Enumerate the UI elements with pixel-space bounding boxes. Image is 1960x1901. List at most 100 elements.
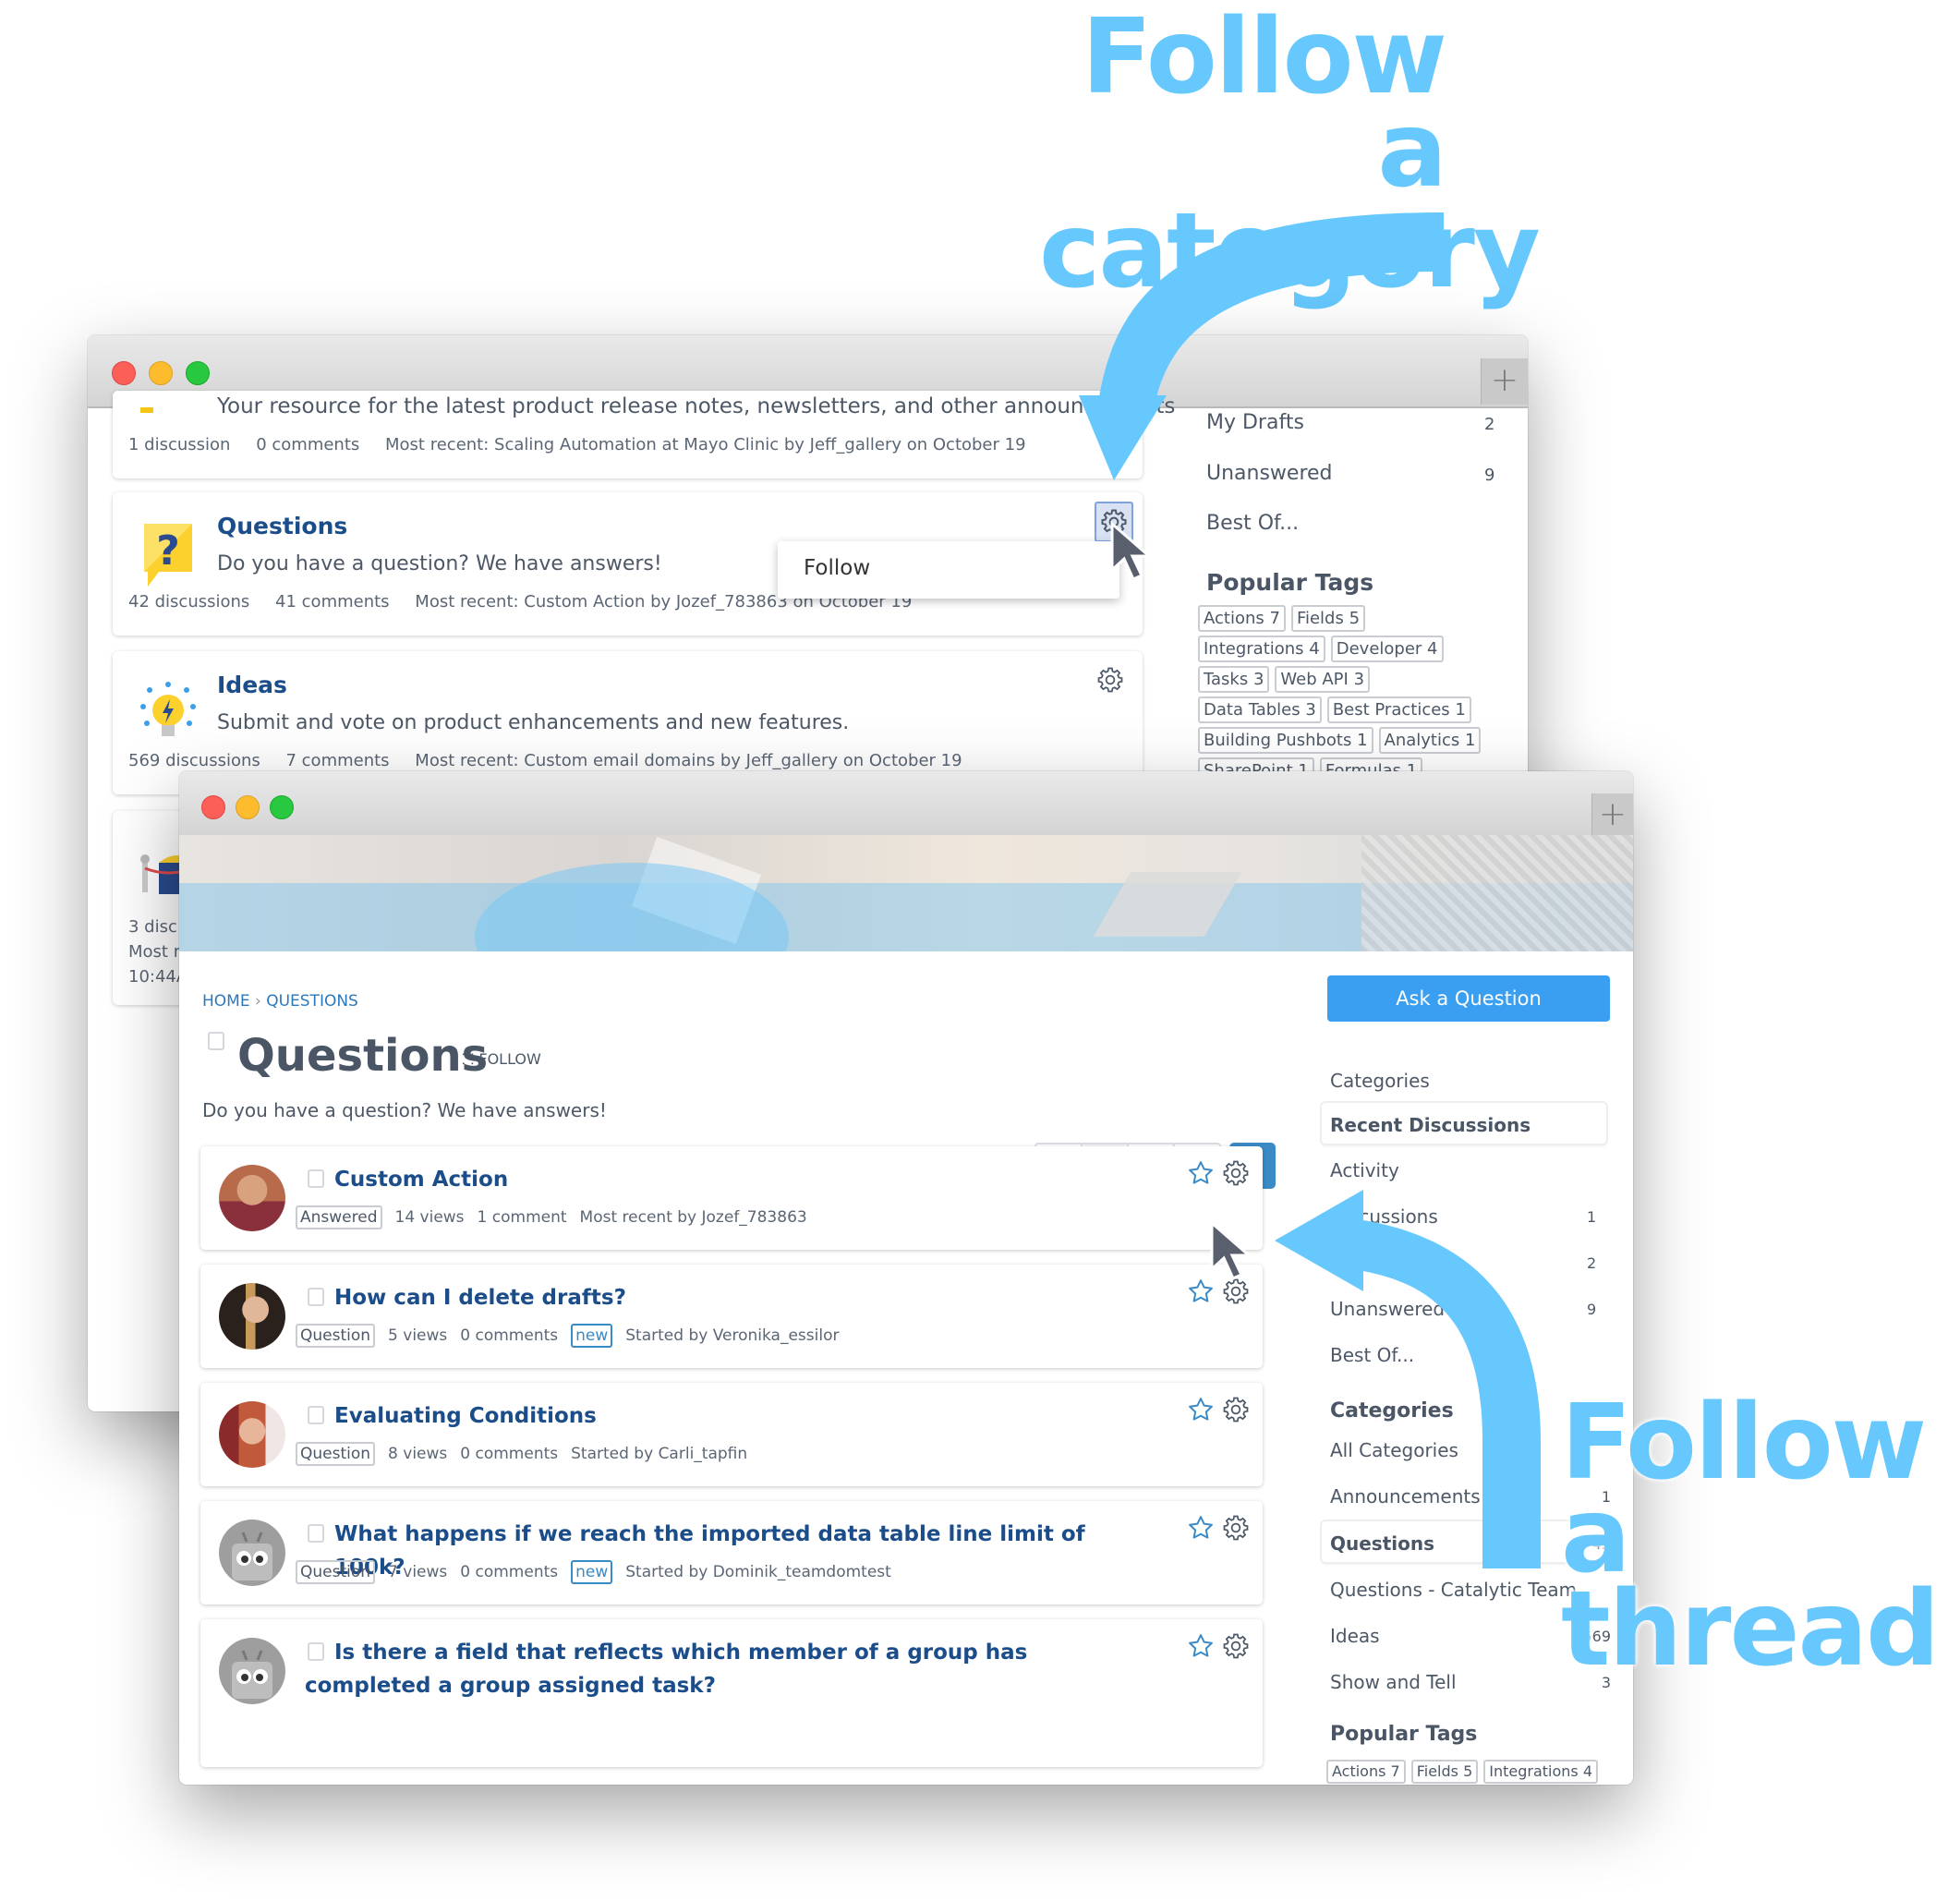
sidebar-category-item[interactable]: Questions - Catalytic Team — [1330, 1579, 1577, 1601]
new-tab-button[interactable]: + — [1591, 793, 1633, 835]
category-title-link[interactable]: Ideas — [217, 672, 287, 698]
zoom-window-button[interactable] — [186, 361, 210, 385]
tag-chip[interactable]: Analytics 1 — [1378, 727, 1482, 754]
annotation-follow-a-category: Follow a category — [1039, 6, 1541, 311]
select-all-checkbox[interactable] — [208, 1032, 224, 1050]
author-byline[interactable]: Started by Dominik_teamdomtest — [625, 1563, 891, 1581]
tag-chip[interactable]: Fields 5 — [1290, 605, 1366, 632]
annotation-follow-a-thread: Follow a thread — [1561, 1383, 1960, 1680]
gear-icon[interactable] — [1222, 1396, 1250, 1423]
sidebar-nav-item[interactable]: Discussions — [1330, 1205, 1438, 1228]
zoom-window-button[interactable] — [270, 795, 294, 819]
sidebar-item-label: My Drafts — [1206, 411, 1304, 434]
tag-chip[interactable]: Building Pushbots 1 — [1198, 727, 1373, 754]
gear-icon[interactable] — [1222, 1632, 1250, 1660]
tag-chip[interactable]: Integrations 4 — [1483, 1760, 1599, 1784]
sidebar-item-label: Recent Discussions — [1330, 1114, 1531, 1136]
tag-chip[interactable]: Web API 3 — [1275, 666, 1371, 693]
category-title-link[interactable]: Questions — [217, 513, 347, 539]
author-byline[interactable]: Started by Veronika_essilor — [625, 1326, 839, 1345]
annotation-line: Follow a — [1561, 1383, 1927, 1596]
bookmark-star-icon[interactable] — [1187, 1396, 1215, 1423]
category-meta: 569 discussions 7 comments Most recent: … — [128, 751, 983, 770]
discussion-title-link[interactable]: Is there a field that reflects which mem… — [305, 1636, 1124, 1702]
breadcrumb-current-link[interactable]: QUESTIONS — [266, 992, 358, 1011]
most-recent-link[interactable]: Most recent: Custom email domains by Jef… — [415, 751, 962, 770]
select-discussion-checkbox[interactable] — [308, 1169, 324, 1188]
discussion-meta: Answered 14 views 1 comment Most recent by … — [296, 1205, 807, 1229]
author-avatar[interactable] — [219, 1283, 285, 1350]
author-avatar[interactable] — [219, 1165, 285, 1231]
tag-chip[interactable]: Best Practices 1 — [1326, 696, 1471, 723]
discussion-item[interactable]: Is there a field that reflects which mem… — [200, 1619, 1263, 1767]
author-avatar[interactable] — [219, 1520, 285, 1586]
bookmark-star-icon[interactable] — [1187, 1514, 1215, 1542]
close-window-button[interactable] — [201, 795, 225, 819]
gear-dropdown-menu: Follow — [778, 541, 1119, 599]
megaphone-icon — [140, 407, 153, 413]
comment-count: 0 comments — [460, 1326, 559, 1345]
sidebar-nav-item[interactable]: Activity — [1330, 1159, 1399, 1181]
most-recent-link[interactable]: Most recent: Scaling Automation at Mayo … — [385, 435, 1026, 454]
breadcrumb-home-link[interactable]: HOME — [202, 992, 250, 1011]
comment-count: 7 comments — [285, 751, 390, 770]
discussion-item[interactable]: What happens if we reach the imported da… — [200, 1501, 1263, 1604]
new-tab-button[interactable]: + — [1481, 358, 1528, 405]
gear-icon[interactable] — [1222, 1514, 1250, 1542]
author-avatar[interactable] — [219, 1638, 285, 1704]
sidebar-item-unanswered[interactable]: Unanswered — [1206, 462, 1333, 485]
sidebar-item-my-drafts[interactable]: My Drafts — [1206, 411, 1304, 434]
popular-tags-list: Actions 7 Fields 5 Integrations 4 — [1326, 1760, 1622, 1784]
sidebar-nav-item[interactable]: Unanswered — [1330, 1298, 1445, 1320]
breadcrumb: HOME › QUESTIONS — [202, 992, 358, 1011]
minimize-window-button[interactable] — [236, 795, 260, 819]
comment-count: 41 comments — [275, 592, 390, 611]
bookmark-star-icon[interactable] — [1187, 1632, 1215, 1660]
select-discussion-checkbox[interactable] — [308, 1524, 324, 1543]
category-description: Your resource for the latest product rel… — [217, 394, 1176, 418]
discussion-meta: Question 5 views 0 comments new Started by V… — [296, 1324, 839, 1348]
sidebar-category-item[interactable]: Ideas — [1330, 1625, 1380, 1647]
sidebar-nav-item[interactable]: Best Of... — [1330, 1344, 1414, 1366]
tag-chip[interactable]: Data Tables 3 — [1198, 696, 1322, 723]
tag-chip[interactable]: Actions 7 — [1198, 605, 1286, 632]
select-discussion-checkbox[interactable] — [308, 1406, 324, 1424]
discussion-actions — [1187, 1514, 1250, 1542]
minimize-window-button[interactable] — [149, 361, 173, 385]
select-discussion-checkbox[interactable] — [308, 1288, 324, 1306]
discussion-title-link[interactable]: Custom Action — [334, 1163, 1124, 1196]
question-bubble-icon: ? — [144, 524, 192, 587]
sidebar-category-item[interactable]: Show and Tell — [1330, 1671, 1457, 1693]
discussion-item[interactable]: Custom Action Answered 14 views 1 comment Mo… — [200, 1146, 1263, 1250]
discussion-title-link[interactable]: How can I delete drafts? — [334, 1281, 1124, 1314]
author-byline[interactable]: Started by Carli_tapfin — [571, 1445, 747, 1463]
sidebar-item-best-of[interactable]: Best Of... — [1206, 512, 1299, 535]
view-count: 8 views — [388, 1445, 448, 1463]
sidebar-item-count: 9 — [1484, 466, 1495, 485]
discussion-item[interactable]: How can I delete drafts? Question 5 views 0… — [200, 1265, 1263, 1368]
tag-chip[interactable]: Tasks 3 — [1198, 666, 1270, 693]
discussion-item[interactable]: Evaluating Conditions Question 8 views 0 co… — [200, 1383, 1263, 1486]
sidebar-category-item[interactable]: Announcements — [1330, 1485, 1481, 1507]
category-card-announcements[interactable]: Your resource for the latest product rel… — [113, 391, 1175, 478]
author-byline[interactable]: Most recent by Jozef_783863 — [580, 1208, 807, 1227]
ask-a-question-button[interactable]: Ask a Question — [1327, 975, 1610, 1022]
sidebar-nav-item[interactable]: Recent Discussions — [1330, 1114, 1530, 1136]
bookmark-star-icon[interactable] — [1187, 1159, 1215, 1187]
tag-chip[interactable]: Integrations 4 — [1198, 636, 1325, 662]
tag-chip[interactable]: Actions 7 — [1326, 1760, 1406, 1784]
discussion-title-link[interactable]: Evaluating Conditions — [334, 1399, 1124, 1433]
gear-icon[interactable] — [1222, 1159, 1250, 1187]
tag-chip[interactable]: Fields 5 — [1410, 1760, 1479, 1784]
author-avatar[interactable] — [219, 1401, 285, 1468]
tag-chip[interactable]: Developer 4 — [1330, 636, 1444, 662]
close-window-button[interactable] — [112, 361, 136, 385]
sidebar-category-item[interactable]: Questions — [1330, 1532, 1434, 1555]
gear-icon[interactable] — [1096, 666, 1124, 694]
follow-menu-item[interactable]: Follow — [804, 556, 870, 580]
annotation-line: category — [1039, 190, 1541, 311]
follow-category-link[interactable]: ⸬ FOLLOW — [462, 1048, 541, 1069]
status-badge: Answered — [296, 1205, 382, 1229]
sidebar-category-item[interactable]: All Categories — [1330, 1439, 1458, 1461]
sidebar-nav-item[interactable]: Categories — [1330, 1070, 1430, 1092]
